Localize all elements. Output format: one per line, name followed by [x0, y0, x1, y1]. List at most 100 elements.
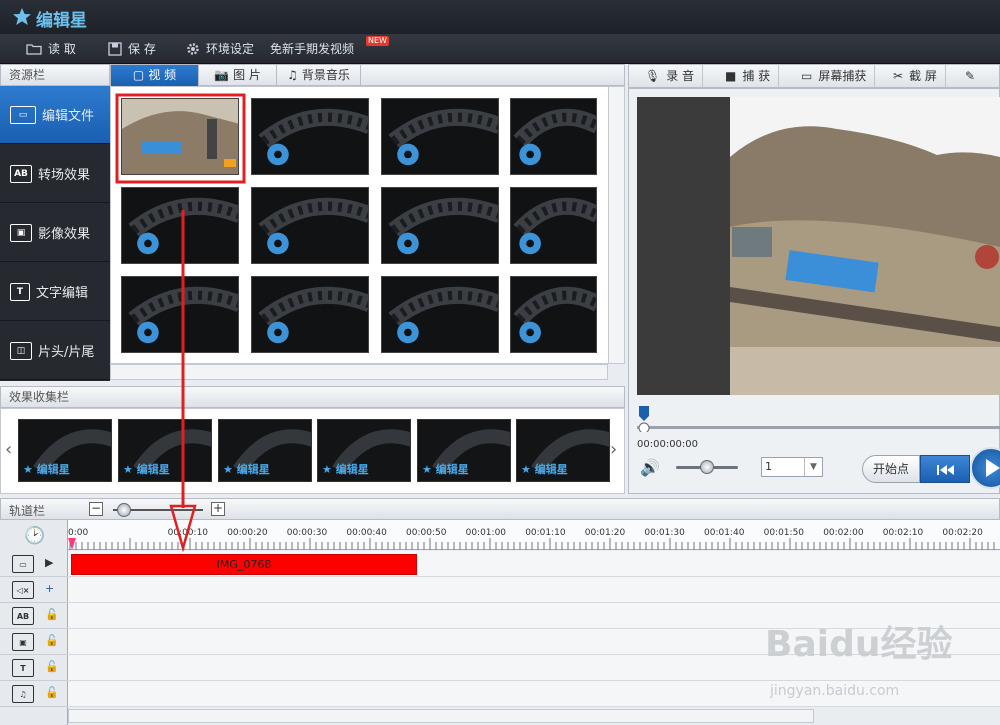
sidebar-item-transitions[interactable]: AB 转场效果	[0, 145, 110, 203]
effects-collection-header: 效果收集栏	[0, 386, 625, 408]
track-toggle-icon[interactable]: 🔓	[45, 608, 59, 621]
capture-button[interactable]: ■ 捕 获	[725, 65, 780, 87]
effect-item-label: ★ 编辑星	[422, 463, 469, 476]
seek-bar[interactable]	[637, 406, 1000, 432]
video-thumbnail[interactable]	[381, 276, 499, 353]
tab-video[interactable]: ▢ 视 频	[111, 65, 199, 86]
video-track-header: ▭ ▶	[0, 551, 68, 577]
skip-back-icon	[937, 465, 954, 475]
app-title: 编辑星	[36, 11, 87, 31]
screen-capture-button[interactable]: ▭ 屏幕捕获	[801, 65, 876, 87]
transition-track-header: AB 🔓	[0, 603, 68, 629]
film-icon: ▭	[10, 105, 36, 124]
text-icon: T	[10, 282, 30, 301]
sidebar-item-image-effects[interactable]: ▣ 影像效果	[0, 204, 110, 262]
record-label: 录 音	[666, 69, 695, 83]
sidebar-item-text-edit[interactable]: T 文字编辑	[0, 263, 110, 321]
text-track-header: T 🔓	[0, 655, 68, 681]
screenshot-button[interactable]: ✂ 截 屏	[893, 65, 946, 87]
tab-label: 图 片	[233, 68, 261, 82]
baidu-watermark: Baidu经验	[765, 624, 953, 665]
open-menu[interactable]: 读 取	[26, 34, 76, 64]
title-bar	[0, 0, 1000, 34]
video-thumbnail[interactable]	[510, 98, 597, 175]
floppy-icon	[108, 42, 122, 56]
gear-icon	[187, 43, 199, 55]
microphone-icon: 🎙	[645, 69, 661, 83]
tab-label: 背景音乐	[301, 68, 350, 82]
track-toggle-icon[interactable]: 🔓	[45, 686, 59, 699]
speed-select[interactable]: 1 ▼	[761, 457, 823, 477]
zoom-out-button[interactable]: −	[89, 502, 103, 516]
effect-item[interactable]: ★ 编辑星	[18, 419, 112, 482]
timecode-display: 00:00:00:00	[637, 439, 699, 450]
save-menu[interactable]: 保 存	[108, 34, 156, 64]
start-point-button[interactable]: 开始点	[862, 455, 920, 483]
vertical-scrollbar[interactable]	[608, 86, 625, 364]
zoom-in-button[interactable]: +	[211, 502, 225, 516]
volume-slider-knob[interactable]	[700, 460, 714, 474]
zoom-slider-knob[interactable]	[117, 503, 131, 517]
video-preview-screen	[637, 97, 1000, 395]
timeline-clip[interactable]: IMG_0768	[71, 554, 417, 575]
effect-item[interactable]: ★ 编辑星	[516, 419, 610, 482]
effect-item-label: ★ 编辑星	[223, 463, 270, 476]
track-toggle-icon[interactable]: ▶	[45, 556, 53, 569]
chevron-left-icon[interactable]: ‹	[5, 439, 12, 460]
timeline-horizontal-scrollbar[interactable]	[68, 709, 814, 723]
effect-item[interactable]: ★ 编辑星	[118, 419, 212, 482]
brush-icon: ✎	[965, 69, 976, 83]
effect-item-label: ★ 编辑星	[521, 463, 568, 476]
scissors-icon: ✂	[893, 69, 904, 83]
skip-back-button[interactable]	[920, 455, 970, 483]
chevron-down-icon: ▼	[804, 458, 822, 476]
clock-icon: 🕑	[24, 526, 46, 546]
audio-track-lane[interactable]	[68, 577, 1000, 603]
publish-menu[interactable]: 免新手期发视频	[270, 34, 354, 64]
tab-music[interactable]: ♫ 背景音乐	[277, 65, 361, 86]
track-toggle-icon[interactable]: +	[45, 582, 54, 595]
open-label: 读 取	[48, 42, 76, 56]
video-thumbnail[interactable]	[381, 98, 499, 175]
video-thumbnail[interactable]	[251, 276, 369, 353]
chevron-right-icon[interactable]: ›	[610, 439, 617, 460]
track-panel-title: 轨道栏	[9, 504, 46, 518]
track-panel-header: 轨道栏 − +	[0, 498, 1000, 520]
sidebar-item-edit-files[interactable]: ▭ 编辑文件	[0, 86, 110, 144]
music-icon: ♫	[12, 685, 34, 703]
brush-button[interactable]: ✎	[965, 65, 983, 87]
effect-item[interactable]: ★ 编辑星	[417, 419, 511, 482]
track-toggle-icon[interactable]: 🔓	[45, 634, 59, 647]
sidebar-item-label: 影像效果	[38, 227, 91, 242]
settings-menu[interactable]: 环境设定	[186, 34, 254, 64]
track-toggle-icon[interactable]: 🔓	[45, 660, 59, 673]
selected-video-thumbnail[interactable]	[121, 98, 239, 175]
capture-toolbar: 🎙 录 音 ■ 捕 获 ▭ 屏幕捕获 ✂ 截 屏 ✎	[628, 64, 1000, 88]
sidebar-item-intro-outro[interactable]: ◫ 片头/片尾	[0, 322, 110, 380]
tab-images[interactable]: 📷 图 片	[199, 65, 277, 86]
intro-outro-icon: ◫	[10, 341, 32, 360]
video-thumbnail[interactable]	[510, 187, 597, 264]
volume-icon[interactable]: 🔊	[640, 458, 660, 477]
seek-marker-icon	[639, 406, 649, 421]
save-label: 保 存	[128, 42, 156, 56]
camcorder-icon: ■	[725, 69, 737, 83]
media-tabs: ▢ 视 频 📷 图 片 ♫ 背景音乐	[110, 64, 625, 86]
horizontal-scrollbar[interactable]	[110, 364, 608, 380]
video-thumbnail[interactable]	[251, 98, 369, 175]
timeline-ruler[interactable]: 0:00 00:00:10 00:00:20 00:00:30 00:00:40 00:0…	[68, 520, 1000, 550]
play-icon	[986, 459, 1000, 477]
record-audio-button[interactable]: 🎙 录 音	[645, 65, 704, 87]
play-button[interactable]	[970, 447, 1000, 489]
speed-value: 1	[765, 460, 772, 473]
video-thumbnail[interactable]	[121, 276, 239, 353]
monitor-icon: ▭	[801, 69, 813, 83]
publish-label: 免新手期发视频	[270, 42, 355, 56]
effect-item[interactable]: ★ 编辑星	[218, 419, 312, 482]
effect-item[interactable]: ★ 编辑星	[317, 419, 411, 482]
effect-item-label: ★ 编辑星	[123, 463, 170, 476]
video-thumbnail[interactable]	[510, 276, 597, 353]
video-thumbnail[interactable]	[121, 187, 239, 264]
video-thumbnail[interactable]	[251, 187, 369, 264]
video-thumbnail[interactable]	[381, 187, 499, 264]
